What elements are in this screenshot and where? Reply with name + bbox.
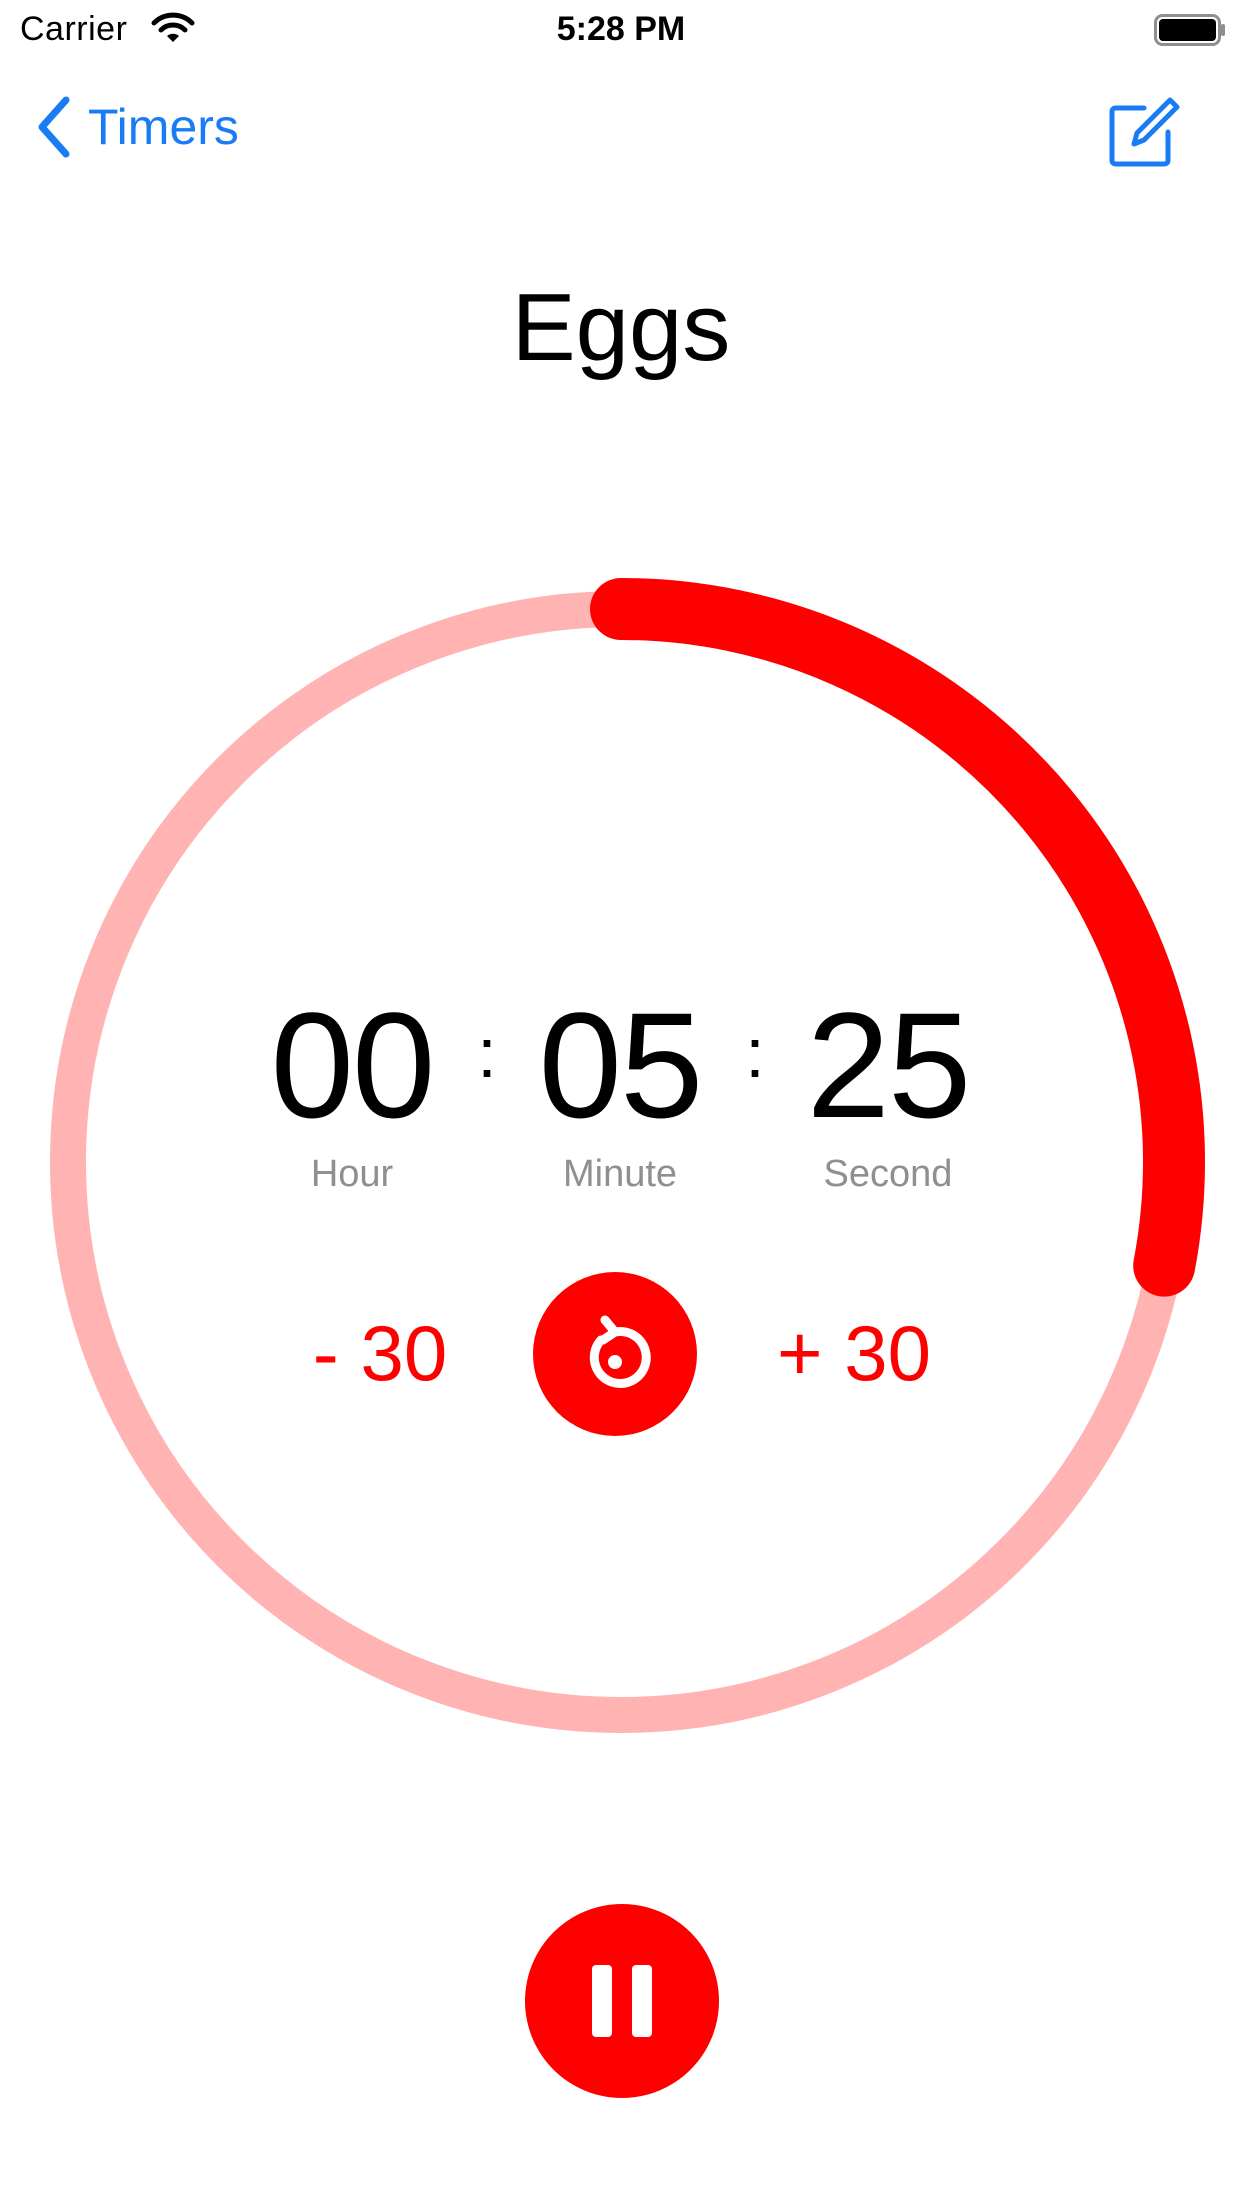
hour-label: Hour [310,1153,394,1195]
separator: : [745,1014,765,1092]
second-label: Second [823,1153,953,1195]
seconds-value: 25 [806,981,972,1149]
hours-value: 00 [270,981,436,1149]
add-30-button[interactable]: + 30 [754,1308,954,1398]
subtract-30-button[interactable]: - 30 [280,1308,480,1398]
reset-arrow-icon [589,1315,651,1388]
pause-button[interactable] [525,1904,719,2098]
minutes-value: 05 [538,981,704,1149]
separator: : [477,1014,497,1092]
minute-label: Minute [562,1153,678,1195]
time-readout: 00 : 05 : 25 [0,990,1242,1140]
pause-icon [592,1965,652,2037]
reset-button[interactable] [533,1272,697,1436]
